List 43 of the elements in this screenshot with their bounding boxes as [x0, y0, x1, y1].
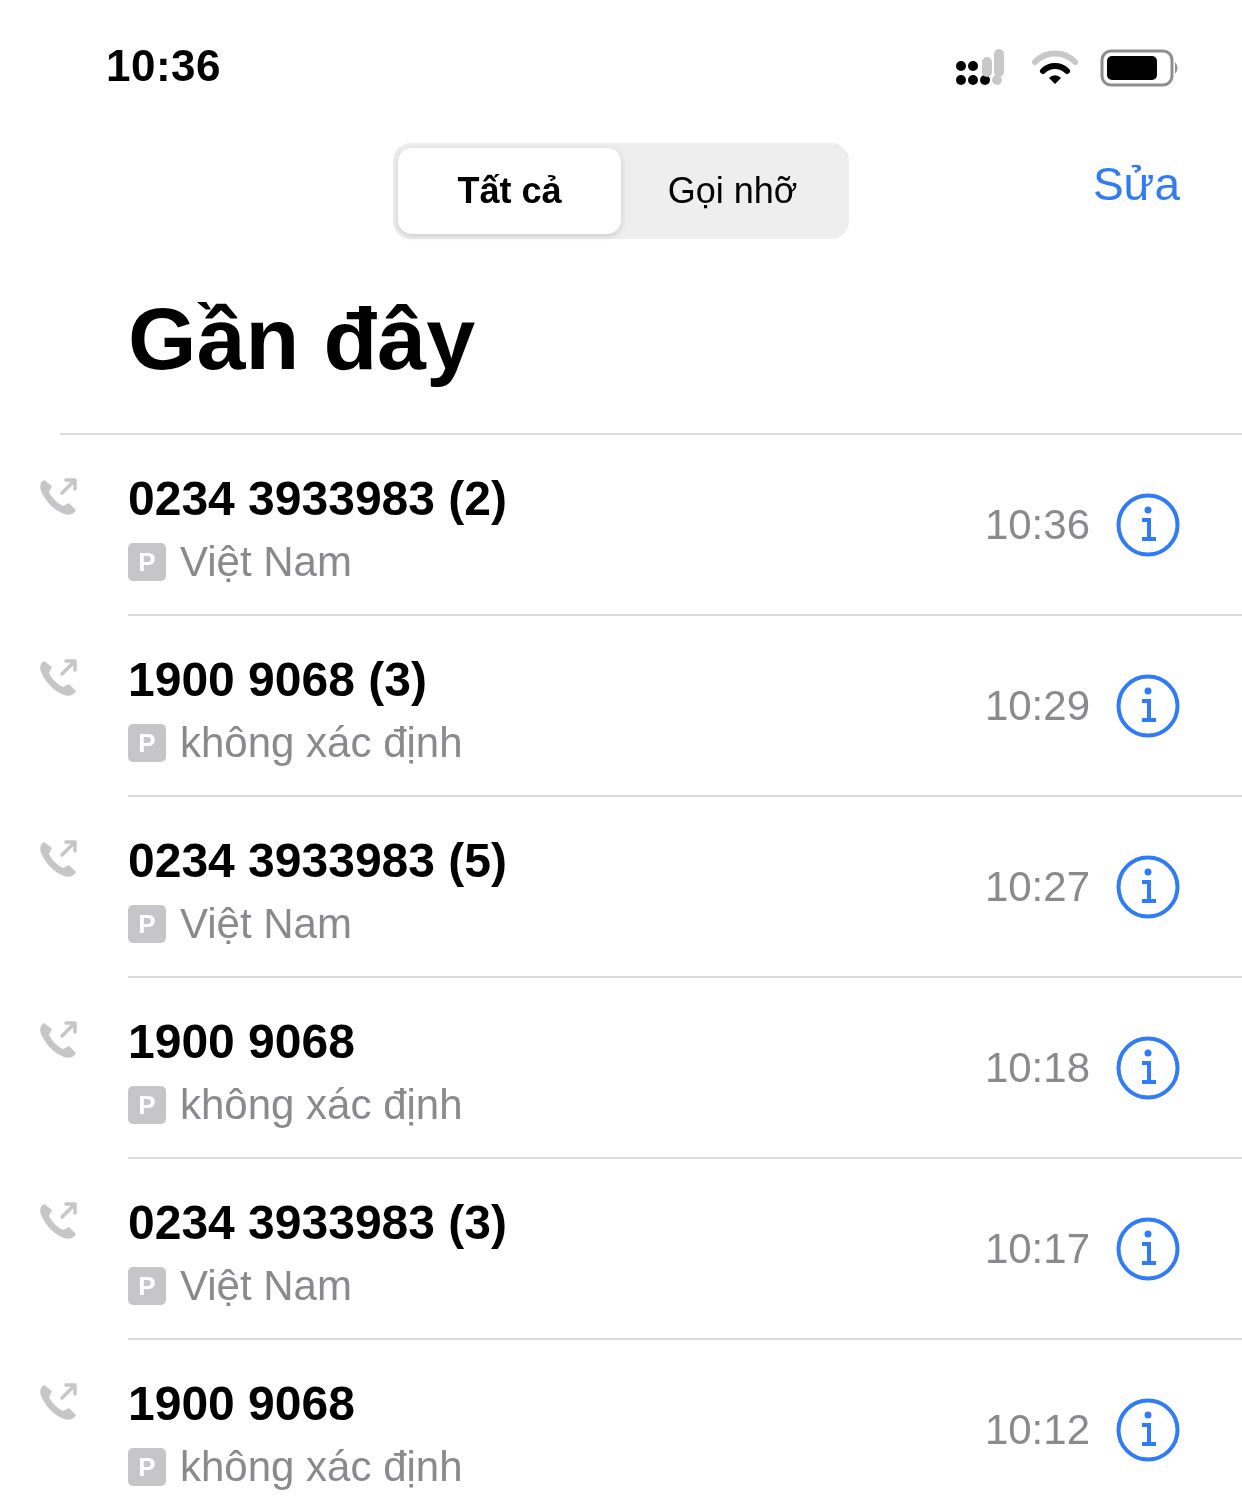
label-badge: P [128, 543, 166, 581]
label-badge: P [128, 724, 166, 762]
label-badge: P [128, 1448, 166, 1486]
phone-number: 1900 9068 [128, 1014, 356, 1070]
number-label: không xác định [180, 718, 463, 768]
info-button[interactable] [1116, 1035, 1180, 1100]
number-label: Việt Nam [180, 1261, 352, 1311]
phone-number: 1900 9068 [128, 1376, 356, 1432]
info-button[interactable] [1116, 1397, 1180, 1462]
call-time: 10:29 [984, 681, 1090, 730]
outgoing-call-icon [38, 1020, 80, 1060]
call-time: 10:27 [984, 862, 1090, 911]
segment-tab[interactable]: Gọi nhỡ [621, 148, 844, 234]
call-time: 10:12 [984, 1405, 1090, 1454]
info-button[interactable] [1116, 673, 1180, 738]
outgoing-call-icon [38, 658, 80, 698]
label-badge: P [128, 1086, 166, 1124]
number-label: Việt Nam [180, 899, 352, 949]
phone-number: 0234 3933983 (3) [128, 1195, 508, 1251]
label-badge: P [128, 1267, 166, 1305]
info-button[interactable] [1116, 492, 1180, 557]
phone-number: 1900 9068 (3) [128, 652, 428, 708]
wifi-icon [1032, 49, 1078, 86]
outgoing-call-icon [38, 1382, 80, 1422]
number-label: không xác định [180, 1442, 463, 1492]
call-time: 10:36 [984, 500, 1090, 549]
info-button[interactable] [1116, 1216, 1180, 1281]
outgoing-call-icon [38, 1201, 80, 1241]
info-button[interactable] [1116, 854, 1180, 919]
label-badge: P [128, 905, 166, 943]
outgoing-call-icon [38, 839, 80, 879]
status-time: 10:36 [106, 41, 222, 91]
number-label: Việt Nam [180, 537, 352, 587]
phone-number: 0234 3933983 (5) [128, 833, 508, 889]
battery-icon [1100, 48, 1180, 87]
phone-number: 0234 3933983 (2) [128, 471, 508, 527]
call-time: 10:18 [984, 1043, 1090, 1092]
segment-tab[interactable]: Tất cả [398, 148, 621, 234]
page-title: Gần đây [128, 288, 476, 390]
outgoing-call-icon [38, 477, 80, 517]
number-label: không xác định [180, 1080, 463, 1130]
edit-button[interactable]: Sửa [1092, 157, 1180, 211]
call-time: 10:17 [984, 1224, 1090, 1273]
